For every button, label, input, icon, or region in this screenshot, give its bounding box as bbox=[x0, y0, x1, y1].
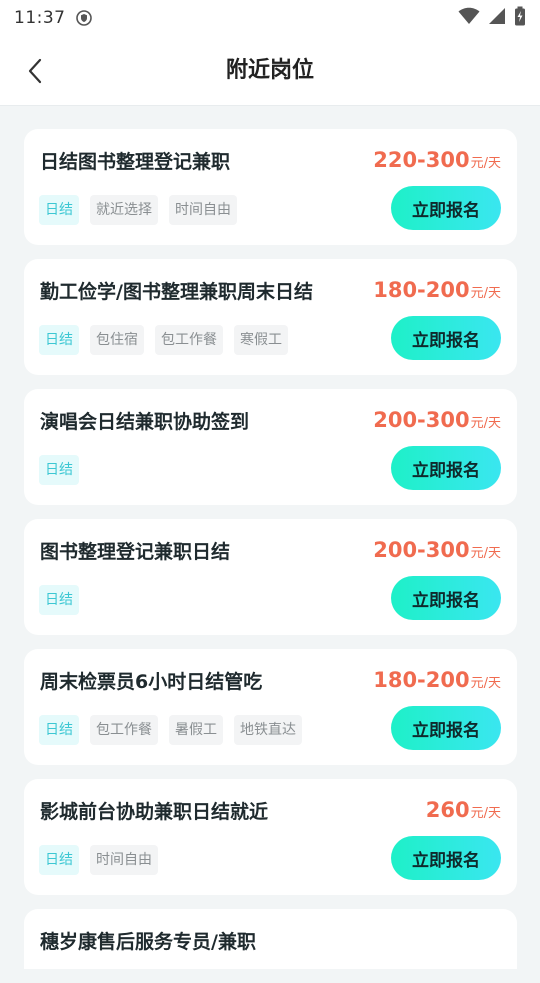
job-tag: 暑假工 bbox=[169, 715, 223, 745]
job-title: 演唱会日结兼职协助签到 bbox=[40, 411, 250, 433]
job-card[interactable]: 图书整理登记兼职日结 200-300元/天 日结 立即报名 bbox=[24, 519, 517, 635]
job-tag: 包住宿 bbox=[90, 325, 144, 355]
job-tags: 日结 就近选择 时间自由 bbox=[39, 195, 237, 225]
job-tag: 就近选择 bbox=[90, 195, 158, 225]
battery-icon bbox=[514, 6, 526, 31]
signal-icon bbox=[488, 7, 506, 30]
job-tags: 日结 bbox=[39, 585, 79, 615]
job-salary: 200-300元/天 bbox=[373, 408, 501, 432]
job-card[interactable]: 勤工俭学/图书整理兼职周末日结 180-200元/天 日结 包住宿 包工作餐 寒… bbox=[24, 259, 517, 375]
job-salary: 180-200元/天 bbox=[373, 278, 501, 302]
job-tags: 日结 包工作餐 暑假工 地铁直达 bbox=[39, 715, 302, 745]
job-tag: 日结 bbox=[39, 715, 79, 745]
job-card[interactable]: 穗岁康售后服务专员/兼职 bbox=[24, 909, 517, 969]
job-salary: 200-300元/天 bbox=[373, 538, 501, 562]
job-title: 影城前台协助兼职日结就近 bbox=[40, 801, 269, 823]
apply-button[interactable]: 立即报名 bbox=[391, 316, 501, 360]
job-tag: 包工作餐 bbox=[155, 325, 223, 355]
job-tag: 日结 bbox=[39, 455, 79, 485]
job-card[interactable]: 影城前台协助兼职日结就近 260元/天 日结 时间自由 立即报名 bbox=[24, 779, 517, 895]
status-time: 11:37 bbox=[14, 8, 66, 28]
shield-icon bbox=[75, 10, 92, 26]
job-card[interactable]: 日结图书整理登记兼职 220-300元/天 日结 就近选择 时间自由 立即报名 bbox=[24, 129, 517, 245]
job-title: 日结图书整理登记兼职 bbox=[40, 151, 231, 173]
job-tags: 日结 bbox=[39, 455, 79, 485]
job-salary: 220-300元/天 bbox=[373, 148, 501, 172]
job-title: 穗岁康售后服务专员/兼职 bbox=[40, 931, 256, 953]
job-card[interactable]: 演唱会日结兼职协助签到 200-300元/天 日结 立即报名 bbox=[24, 389, 517, 505]
job-tag: 日结 bbox=[39, 585, 79, 615]
wifi-icon bbox=[458, 7, 480, 30]
apply-button[interactable]: 立即报名 bbox=[391, 186, 501, 230]
apply-button[interactable]: 立即报名 bbox=[391, 576, 501, 620]
apply-button[interactable]: 立即报名 bbox=[391, 446, 501, 490]
job-list: 日结图书整理登记兼职 220-300元/天 日结 就近选择 时间自由 立即报名 … bbox=[24, 129, 517, 983]
job-tag: 日结 bbox=[39, 845, 79, 875]
job-card[interactable]: 周末检票员6小时日结管吃 180-200元/天 日结 包工作餐 暑假工 地铁直达… bbox=[24, 649, 517, 765]
job-salary: 180-200元/天 bbox=[373, 668, 501, 692]
job-tag: 日结 bbox=[39, 325, 79, 355]
status-bar: 11:37 bbox=[0, 0, 540, 36]
job-tag: 日结 bbox=[39, 195, 79, 225]
job-title: 图书整理登记兼职日结 bbox=[40, 541, 231, 563]
app-header: 附近岗位 bbox=[0, 36, 540, 106]
job-tag: 时间自由 bbox=[90, 845, 158, 875]
job-tags: 日结 包住宿 包工作餐 寒假工 bbox=[39, 325, 288, 355]
job-salary: 260元/天 bbox=[425, 798, 501, 822]
job-tags: 日结 时间自由 bbox=[39, 845, 158, 875]
job-tag: 寒假工 bbox=[234, 325, 288, 355]
job-title: 周末检票员6小时日结管吃 bbox=[40, 671, 263, 693]
job-tag: 地铁直达 bbox=[234, 715, 302, 745]
apply-button[interactable]: 立即报名 bbox=[391, 836, 501, 880]
job-tag: 包工作餐 bbox=[90, 715, 158, 745]
page-title: 附近岗位 bbox=[225, 58, 314, 83]
job-title: 勤工俭学/图书整理兼职周末日结 bbox=[40, 281, 313, 303]
job-tag: 时间自由 bbox=[169, 195, 237, 225]
apply-button[interactable]: 立即报名 bbox=[391, 706, 501, 750]
